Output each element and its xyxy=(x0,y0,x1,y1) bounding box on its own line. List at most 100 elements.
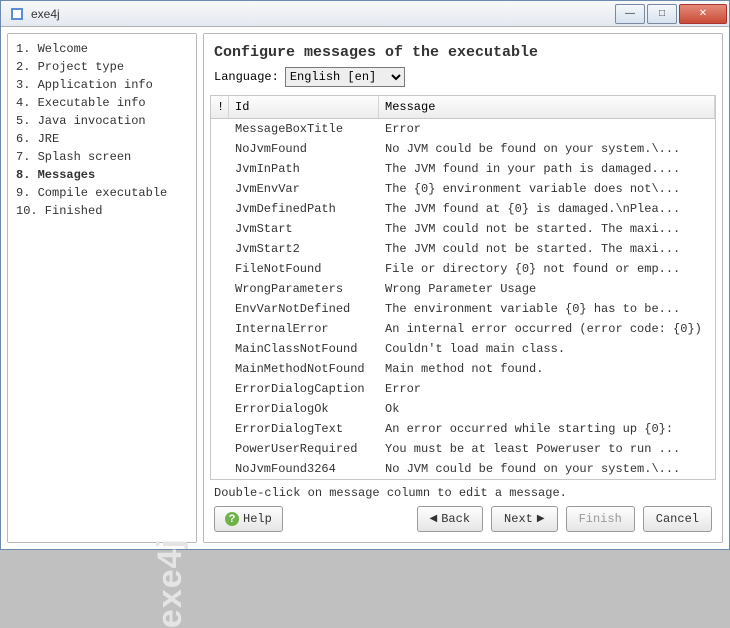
cell-id: ErrorDialogOk xyxy=(229,402,379,416)
button-bar: ? Help ◀ Back Next ▶ Finish Cancel xyxy=(204,506,722,542)
cell-bang xyxy=(211,302,229,316)
wizard-step[interactable]: 4. Executable info xyxy=(16,94,188,112)
brand-watermark: exe4j xyxy=(151,538,190,628)
cell-id: JvmStart xyxy=(229,222,379,236)
wizard-step[interactable]: 3. Application info xyxy=(16,76,188,94)
wizard-step[interactable]: 5. Java invocation xyxy=(16,112,188,130)
cell-bang xyxy=(211,362,229,376)
cell-message[interactable]: Error xyxy=(379,382,715,396)
cell-message[interactable]: An internal error occurred (error code: … xyxy=(379,322,715,336)
table-row[interactable]: ErrorDialogOkOk xyxy=(211,399,715,419)
cell-message[interactable]: The JVM could not be started. The maxi..… xyxy=(379,242,715,256)
cell-message[interactable]: File or directory {0} not found or emp..… xyxy=(379,262,715,276)
table-row[interactable]: MainClassNotFoundCouldn't load main clas… xyxy=(211,339,715,359)
app-icon xyxy=(9,6,25,22)
table-row[interactable]: JvmDefinedPathThe JVM found at {0} is da… xyxy=(211,199,715,219)
cell-bang xyxy=(211,442,229,456)
cell-message[interactable]: Ok xyxy=(379,402,715,416)
cell-bang xyxy=(211,282,229,296)
wizard-step[interactable]: 2. Project type xyxy=(16,58,188,76)
cell-message[interactable]: No JVM could be found on your system.\..… xyxy=(379,462,715,476)
language-label: Language: xyxy=(214,70,279,84)
table-row[interactable]: JvmInPathThe JVM found in your path is d… xyxy=(211,159,715,179)
cell-id: WrongParameters xyxy=(229,282,379,296)
language-select[interactable]: English [en] xyxy=(285,67,405,87)
cell-id: FileNotFound xyxy=(229,262,379,276)
table-row[interactable]: JvmEnvVarThe {0} environment variable do… xyxy=(211,179,715,199)
table-body[interactable]: MessageBoxTitleErrorNoJvmFoundNo JVM cou… xyxy=(211,119,715,479)
col-id[interactable]: Id xyxy=(229,96,379,118)
next-button[interactable]: Next ▶ xyxy=(491,506,558,532)
table-row[interactable]: WrongParametersWrong Parameter Usage xyxy=(211,279,715,299)
table-row[interactable]: PowerUserRequiredYou must be at least Po… xyxy=(211,439,715,459)
wizard-step[interactable]: 10. Finished xyxy=(16,202,188,220)
back-label: Back xyxy=(441,512,470,526)
help-button[interactable]: ? Help xyxy=(214,506,283,532)
content-area: 1. Welcome2. Project type3. Application … xyxy=(1,27,729,549)
cell-bang xyxy=(211,462,229,476)
wizard-step[interactable]: 8. Messages xyxy=(16,166,188,184)
finish-label: Finish xyxy=(579,512,622,526)
cell-bang xyxy=(211,422,229,436)
cell-message[interactable]: Error xyxy=(379,122,715,136)
table-row[interactable]: MessageBoxTitleError xyxy=(211,119,715,139)
back-button[interactable]: ◀ Back xyxy=(417,506,484,532)
cell-id: JvmEnvVar xyxy=(229,182,379,196)
cell-message[interactable]: Wrong Parameter Usage xyxy=(379,282,715,296)
wizard-step[interactable]: 7. Splash screen xyxy=(16,148,188,166)
window-title: exe4j xyxy=(31,7,613,21)
minimize-button[interactable]: — xyxy=(615,4,645,24)
close-button[interactable]: ✕ xyxy=(679,4,727,24)
cell-message[interactable]: You must be at least Poweruser to run ..… xyxy=(379,442,715,456)
table-row[interactable]: InternalErrorAn internal error occurred … xyxy=(211,319,715,339)
table-row[interactable]: NoJvmFound3264No JVM could be found on y… xyxy=(211,459,715,479)
messages-table: ! Id Message MessageBoxTitleErrorNoJvmFo… xyxy=(210,95,716,480)
app-window: exe4j — □ ✕ 1. Welcome2. Project type3. … xyxy=(0,0,730,550)
table-row[interactable]: ErrorDialogTextAn error occurred while s… xyxy=(211,419,715,439)
table-row[interactable]: EnvVarNotDefinedThe environment variable… xyxy=(211,299,715,319)
col-bang[interactable]: ! xyxy=(211,96,229,118)
help-icon: ? xyxy=(225,512,239,526)
cell-bang xyxy=(211,342,229,356)
maximize-button[interactable]: □ xyxy=(647,4,677,24)
cell-bang xyxy=(211,202,229,216)
edit-hint: Double-click on message column to edit a… xyxy=(204,480,722,506)
cell-message[interactable]: No JVM could be found on your system.\..… xyxy=(379,142,715,156)
table-row[interactable]: JvmStart2The JVM could not be started. T… xyxy=(211,239,715,259)
table-row[interactable]: JvmStartThe JVM could not be started. Th… xyxy=(211,219,715,239)
cell-id: JvmStart2 xyxy=(229,242,379,256)
table-row[interactable]: ErrorDialogCaptionError xyxy=(211,379,715,399)
cell-message[interactable]: The JVM found in your path is damaged...… xyxy=(379,162,715,176)
cell-bang xyxy=(211,322,229,336)
cell-id: JvmInPath xyxy=(229,162,379,176)
cell-message[interactable]: The environment variable {0} has to be..… xyxy=(379,302,715,316)
cell-message[interactable]: An error occurred while starting up {0}: xyxy=(379,422,715,436)
wizard-step[interactable]: 9. Compile executable xyxy=(16,184,188,202)
cell-id: ErrorDialogCaption xyxy=(229,382,379,396)
table-header: ! Id Message xyxy=(211,96,715,119)
wizard-steps: 1. Welcome2. Project type3. Application … xyxy=(16,40,188,220)
cell-message[interactable]: Couldn't load main class. xyxy=(379,342,715,356)
cell-message[interactable]: The JVM could not be started. The maxi..… xyxy=(379,222,715,236)
titlebar: exe4j — □ ✕ xyxy=(1,1,729,27)
wizard-step[interactable]: 6. JRE xyxy=(16,130,188,148)
cell-id: PowerUserRequired xyxy=(229,442,379,456)
wizard-step[interactable]: 1. Welcome xyxy=(16,40,188,58)
cell-id: MainMethodNotFound xyxy=(229,362,379,376)
cell-id: MainClassNotFound xyxy=(229,342,379,356)
cell-message[interactable]: Main method not found. xyxy=(379,362,715,376)
table-row[interactable]: FileNotFoundFile or directory {0} not fo… xyxy=(211,259,715,279)
language-row: Language: English [en] xyxy=(204,67,722,95)
page-heading: Configure messages of the executable xyxy=(204,34,722,67)
col-message[interactable]: Message xyxy=(379,96,715,118)
cell-message[interactable]: The JVM found at {0} is damaged.\nPlea..… xyxy=(379,202,715,216)
table-row[interactable]: MainMethodNotFoundMain method not found. xyxy=(211,359,715,379)
cancel-button[interactable]: Cancel xyxy=(643,506,712,532)
table-row[interactable]: NoJvmFoundNo JVM could be found on your … xyxy=(211,139,715,159)
cell-bang xyxy=(211,122,229,136)
main-panel: Configure messages of the executable Lan… xyxy=(203,33,723,543)
cell-bang xyxy=(211,402,229,416)
cell-message[interactable]: The {0} environment variable does not\..… xyxy=(379,182,715,196)
cell-id: MessageBoxTitle xyxy=(229,122,379,136)
finish-button[interactable]: Finish xyxy=(566,506,635,532)
